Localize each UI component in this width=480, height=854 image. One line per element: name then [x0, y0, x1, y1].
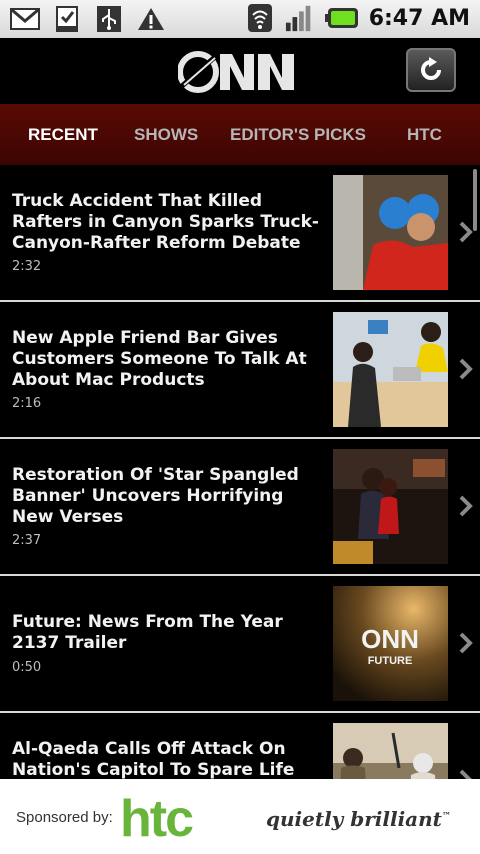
warning-icon — [136, 5, 166, 33]
app-header — [0, 38, 480, 104]
video-duration: 2:16 — [12, 396, 42, 411]
video-title: Restoration Of 'Star Spangled Banner' Un… — [12, 465, 299, 527]
video-row[interactable]: New Apple Friend Bar Gives Customers Som… — [0, 302, 480, 439]
tab-editors-picks[interactable]: EDITOR'S PICKS — [230, 104, 366, 165]
video-row[interactable]: Restoration Of 'Star Spangled Banner' Un… — [0, 439, 480, 576]
sponsor-banner[interactable]: Sponsored by: htc quietly brilliant™ — [0, 779, 480, 854]
usb-icon — [94, 5, 124, 33]
tab-shows[interactable]: SHOWS — [134, 104, 198, 165]
chevron-right-icon — [459, 495, 473, 517]
onion-news-network-logo — [177, 50, 300, 94]
video-thumbnail — [333, 723, 448, 779]
video-thumbnail — [333, 312, 448, 427]
future-label-text: FUTURE — [368, 655, 413, 667]
video-duration: 2:37 — [12, 533, 42, 548]
refresh-button[interactable] — [406, 48, 456, 92]
future-logo-text: ONN — [361, 624, 419, 654]
video-row[interactable]: Al-Qaeda Calls Off Attack On Nation's Ca… — [0, 713, 480, 779]
signal-icon — [285, 4, 315, 32]
status-bar: 6:47 AM — [0, 0, 480, 38]
video-row[interactable]: Truck Accident That Killed Rafters in Ca… — [0, 165, 480, 302]
refresh-icon — [421, 57, 441, 80]
video-duration: 2:32 — [12, 259, 42, 274]
chevron-right-icon — [459, 358, 473, 380]
video-title: Al-Qaeda Calls Off Attack On Nation's Ca… — [12, 739, 295, 779]
video-thumbnail — [333, 175, 448, 290]
wifi-icon — [245, 4, 275, 32]
video-title: New Apple Friend Bar Gives Customers Som… — [12, 328, 307, 390]
category-tabs: RECENT SHOWS EDITOR'S PICKS HTC — [0, 104, 480, 165]
chevron-right-icon — [459, 632, 473, 654]
tagline-text: quietly brilliant — [266, 807, 442, 831]
video-title: Truck Accident That Killed Rafters in Ca… — [12, 191, 319, 253]
download-icon — [52, 5, 82, 33]
htc-logo: htc — [120, 790, 194, 848]
chevron-right-icon — [459, 221, 473, 243]
sponsor-label: Sponsored by: — [16, 809, 113, 826]
chevron-right-icon — [459, 769, 472, 779]
video-list[interactable]: Truck Accident That Killed Rafters in Ca… — [0, 165, 480, 779]
scrollbar[interactable] — [473, 169, 477, 231]
clock-time: 6:47 AM — [368, 5, 470, 31]
tab-recent[interactable]: RECENT — [28, 104, 98, 165]
video-thumbnail: ONN FUTURE — [333, 586, 448, 701]
video-title: Future: News From The Year 2137 Trailer — [12, 612, 283, 653]
tab-htc[interactable]: HTC — [407, 104, 442, 165]
battery-icon — [324, 4, 359, 32]
sponsor-tagline: quietly brilliant™ — [266, 807, 451, 831]
trademark-symbol: ™ — [441, 811, 451, 822]
video-thumbnail — [333, 449, 448, 564]
video-row[interactable]: Future: News From The Year 2137 Trailer … — [0, 576, 480, 713]
gmail-icon — [10, 5, 40, 33]
video-duration: 0:50 — [12, 660, 42, 675]
